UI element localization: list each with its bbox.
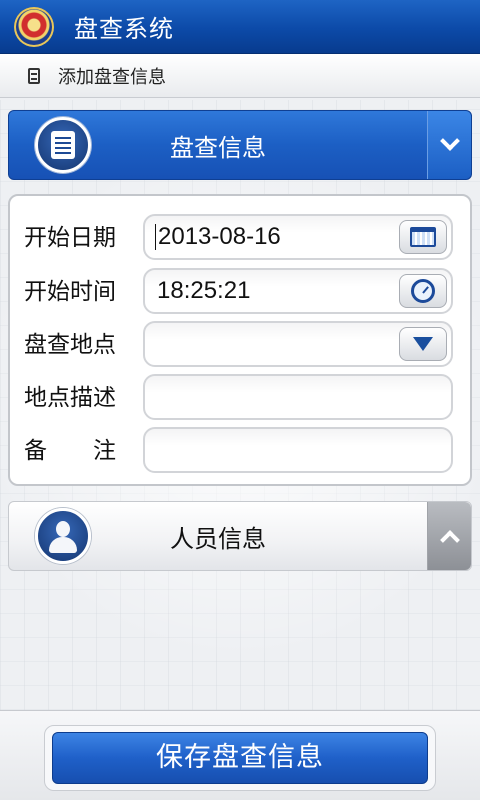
calendar-icon	[410, 227, 436, 247]
inspection-form: 开始日期 2013-08-16 开始时间 18:25:21 盘查地点 地点描述	[8, 194, 472, 486]
chevron-down-icon	[439, 131, 460, 151]
section-header-personnel[interactable]: 人员信息	[8, 501, 472, 571]
form-row-start-date: 开始日期 2013-08-16	[10, 210, 470, 262]
start-time-field[interactable]: 18:25:21	[143, 268, 453, 314]
collapse-toggle-inspection[interactable]	[427, 111, 471, 179]
bottom-action-bar: 保存盘查信息	[0, 710, 480, 800]
remarks-input[interactable]	[143, 427, 453, 473]
save-button-frame: 保存盘查信息	[44, 725, 436, 791]
form-row-remarks: 备 注	[10, 423, 470, 475]
title-bar: 盘查系统	[0, 0, 480, 54]
start-time-value: 18:25:21	[157, 277, 251, 304]
remarks-label: 备 注	[24, 438, 116, 464]
form-row-location: 盘查地点	[10, 317, 470, 369]
location-label: 盘查地点	[24, 332, 116, 358]
start-date-label: 开始日期	[24, 225, 116, 251]
clock-icon	[411, 279, 435, 303]
page-subheader: 添加盘查信息	[0, 54, 480, 98]
document-icon	[28, 67, 40, 84]
police-emblem-icon	[14, 6, 54, 47]
section-header-inspection[interactable]: 盘查信息	[8, 110, 472, 180]
start-date-value: 2013-08-16	[158, 223, 281, 250]
dropdown-arrow-icon	[413, 337, 433, 351]
section-title-inspection: 盘查信息	[170, 133, 266, 162]
date-picker-button[interactable]	[399, 220, 447, 254]
form-row-location-desc: 地点描述	[10, 370, 470, 422]
section-title-personnel: 人员信息	[170, 524, 266, 553]
expand-toggle-personnel[interactable]	[427, 502, 471, 570]
chevron-up-icon	[439, 530, 460, 550]
location-desc-label: 地点描述	[24, 385, 116, 411]
time-picker-button[interactable]	[399, 274, 447, 308]
page-title: 添加盘查信息	[58, 66, 166, 88]
form-row-start-time: 开始时间 18:25:21	[10, 264, 470, 316]
location-select[interactable]	[143, 321, 453, 367]
location-dropdown-button[interactable]	[399, 327, 447, 361]
save-inspection-button[interactable]: 保存盘查信息	[52, 732, 428, 784]
start-date-field[interactable]: 2013-08-16	[143, 214, 453, 260]
start-time-label: 开始时间	[24, 279, 116, 305]
location-desc-input[interactable]	[143, 374, 453, 420]
text-cursor	[155, 224, 156, 250]
app-title: 盘查系统	[74, 15, 174, 43]
